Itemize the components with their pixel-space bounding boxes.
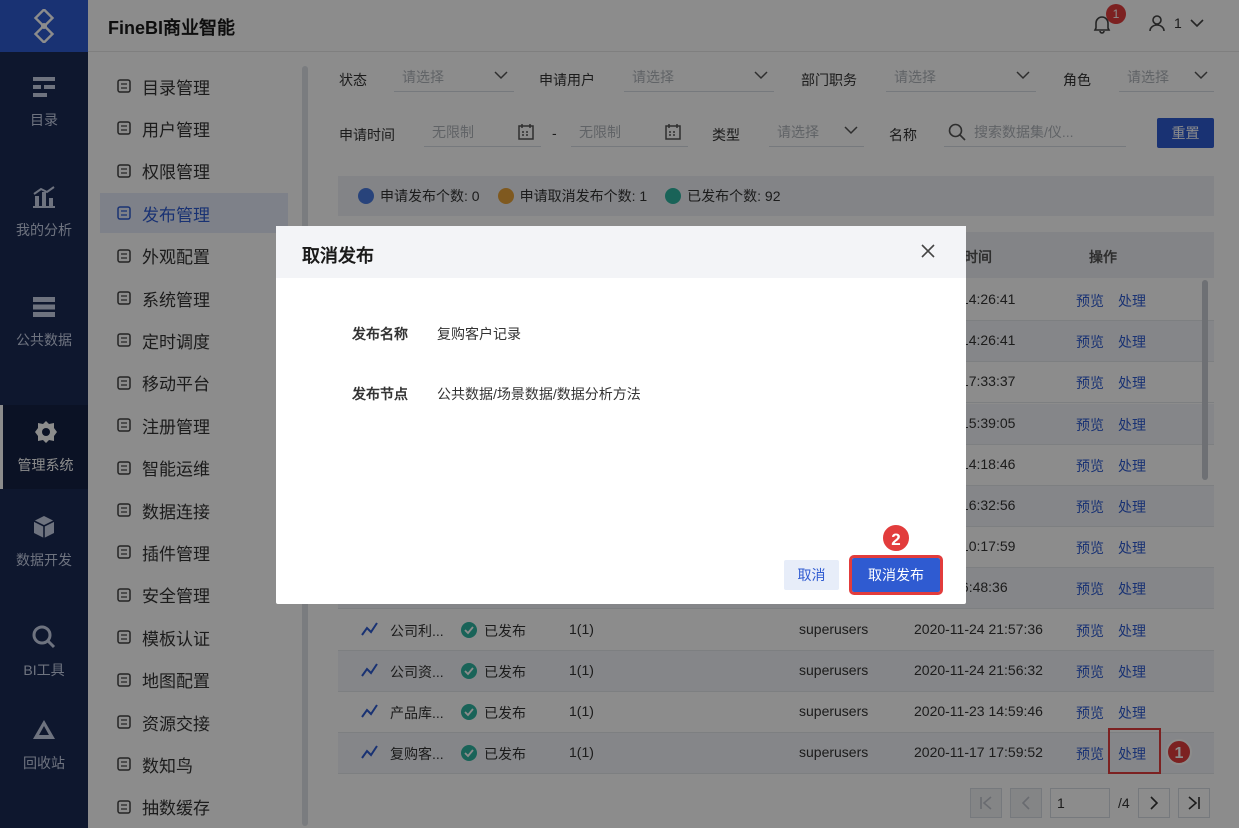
publish-node-value: 公共数据/场景数据/数据分析方法 [437, 386, 641, 402]
publish-name-label: 发布名称 [352, 326, 408, 342]
cancel-publish-dialog: 取消发布 发布名称 复购客户记录 发布节点 公共数据/场景数据/数据分析方法 取… [276, 226, 966, 604]
close-icon [921, 244, 935, 258]
cancel-button[interactable]: 取消 [784, 560, 839, 590]
dialog-close-button[interactable] [920, 243, 938, 261]
dialog-title: 取消发布 [302, 246, 374, 266]
dialog-header: 取消发布 [276, 226, 966, 278]
publish-name-value: 复购客户记录 [437, 326, 521, 342]
step-marker-2: 2 [881, 523, 911, 553]
publish-node-label: 发布节点 [352, 386, 408, 402]
confirm-cancel-publish-button[interactable]: 取消发布 [849, 555, 943, 595]
